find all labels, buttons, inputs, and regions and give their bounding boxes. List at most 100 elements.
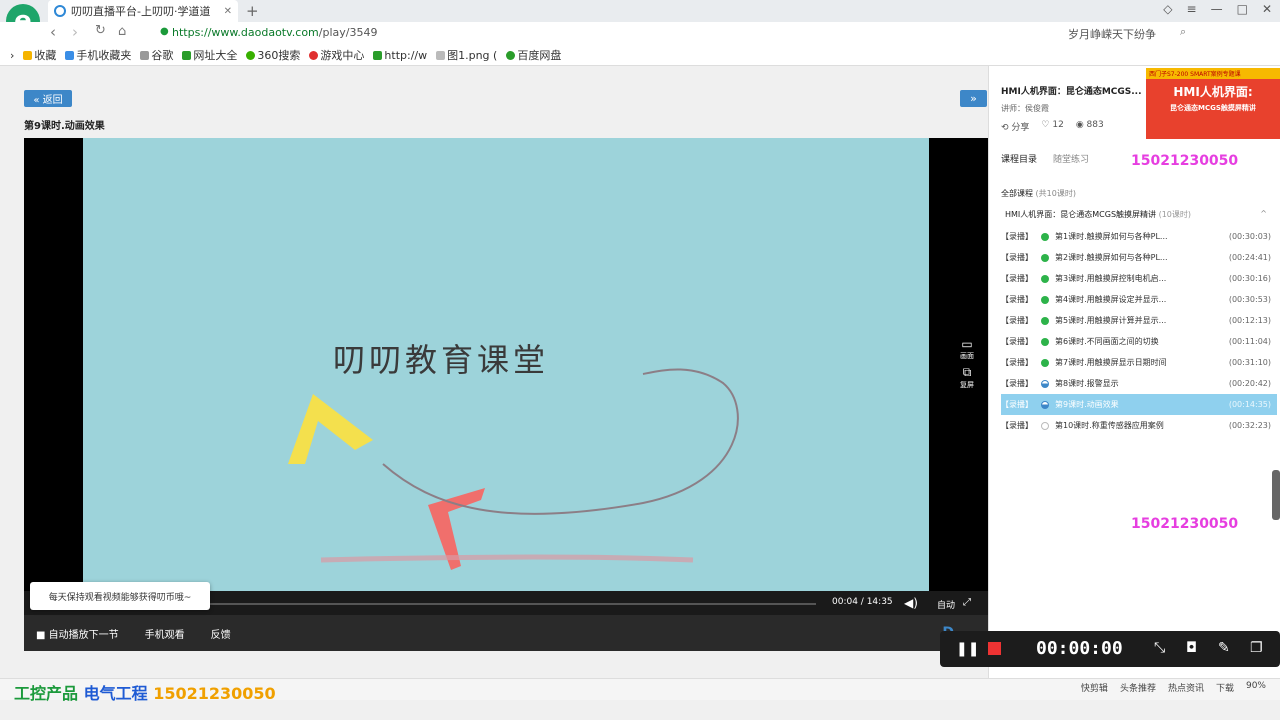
- lesson-item[interactable]: 【录播】 第1课时.触摸屏如何与各种PL... (00:30:03): [1001, 226, 1277, 247]
- site-favicon-icon: [54, 5, 66, 17]
- lesson-list: 【录播】 第1课时.触摸屏如何与各种PL... (00:30:03) 【录播】 第2课时…: [1001, 226, 1277, 436]
- autoplay-toggle[interactable]: ■ 自动播放下一节: [36, 626, 119, 641]
- share-button[interactable]: ⟲ 分享: [1001, 120, 1029, 133]
- fullscreen-icon[interactable]: ⤢: [963, 597, 971, 608]
- url-field[interactable]: https://www.daodaotv.com/play/3549: [172, 26, 377, 39]
- yellow-arrow-shape: [288, 394, 373, 464]
- bookmark-item[interactable]: 收藏: [23, 47, 56, 63]
- lesson-item[interactable]: 【录播】 第8课时.报警显示 (00:20:42): [1001, 373, 1277, 394]
- lesson-item[interactable]: 【录播】 第7课时.用触摸屏显示日期时间 (00:31:10): [1001, 352, 1277, 373]
- window-icon[interactable]: ❐: [1250, 640, 1263, 656]
- lesson-item[interactable]: 【录播】 第4课时.用触摸屏设定并显示... (00:30:53): [1001, 289, 1277, 310]
- video-player[interactable]: 叨叨教育课堂 ▭ 画面 ⧉ 复屏 00:04 / 14:35 ◀) 自动 ⤢ ■…: [24, 138, 988, 651]
- star-icon: [23, 50, 33, 60]
- lesson-title: 第9课时.动画效果: [1055, 400, 1119, 409]
- progress-bar[interactable]: [184, 603, 816, 605]
- maximize-icon[interactable]: □: [1237, 2, 1248, 16]
- lesson-item[interactable]: 【录播】 第3课时.用触摸屏控制电机启... (00:30:16): [1001, 268, 1277, 289]
- tab-close-icon[interactable]: ✕: [224, 6, 232, 17]
- tab-practice[interactable]: 随堂练习: [1053, 152, 1089, 165]
- lesson-title: 第1课时.触摸屏如何与各种PL...: [1055, 232, 1168, 241]
- status-item-clip[interactable]: 快剪辑: [1081, 681, 1108, 694]
- lesson-item[interactable]: 【录播】 第5课时.用触摸屏计算并显示... (00:12:13): [1001, 310, 1277, 331]
- lesson-title: 第9课时.动画效果: [24, 121, 105, 132]
- underline-stroke: [320, 554, 694, 563]
- volume-icon[interactable]: ◀): [904, 596, 918, 610]
- progress-status-icon: [1041, 253, 1049, 262]
- minimize-icon[interactable]: —: [1211, 2, 1223, 16]
- banner-title: HMI人机界面:: [1173, 85, 1253, 99]
- next-lesson-button[interactable]: »: [960, 90, 987, 107]
- promo-text: 工控产品 电气工程 15021230050: [14, 684, 276, 703]
- search-field[interactable]: 岁月峥嵘天下纷争: [1068, 26, 1156, 42]
- lesson-tag: 【录播】: [1001, 253, 1033, 262]
- lesson-tag: 【录播】: [1001, 232, 1033, 241]
- progress-status-icon: [1041, 232, 1049, 241]
- bookmark-item[interactable]: http://w: [373, 49, 427, 62]
- search-icon[interactable]: ⌕: [1180, 25, 1186, 39]
- bookmark-item[interactable]: 游戏中心: [309, 47, 364, 63]
- phone-icon: [65, 50, 75, 60]
- lesson-item[interactable]: 【录播】 第6课时.不同画面之间的切换 (00:11:04): [1001, 331, 1277, 352]
- stop-record-icon[interactable]: [988, 642, 1001, 655]
- lesson-duration: (00:32:23): [1228, 421, 1271, 430]
- expand-icon[interactable]: ⤡: [1154, 640, 1165, 656]
- quality-select[interactable]: 自动: [937, 598, 955, 611]
- lesson-item[interactable]: 【录播】 第2课时.触摸屏如何与各种PL... (00:24:41): [1001, 247, 1277, 268]
- bookmark-item[interactable]: 手机收藏夹: [65, 47, 131, 63]
- course-banner[interactable]: 西门子S7-200 SMART案例专题课 HMI人机界面: 昆仑通态MCGS触摸…: [1146, 68, 1280, 139]
- tab-catalog[interactable]: 课程目录: [1001, 152, 1037, 165]
- status-item-headline[interactable]: 头条推荐: [1120, 681, 1156, 694]
- skin-icon[interactable]: ◇: [1163, 2, 1172, 16]
- course-sidebar: HMI人机界面：昆仑通态MCGS... 讲师：侯俊霞 ⟲ 分享 ♡ 12 ◉ 8…: [988, 66, 1280, 678]
- lesson-item[interactable]: 【录播】 第9课时.动画效果 (00:14:35): [1001, 394, 1277, 415]
- bookmark-item[interactable]: 百度网盘: [506, 47, 561, 63]
- lesson-duration: (00:12:13): [1228, 316, 1271, 325]
- lesson-title: 第5课时.用触摸屏计算并显示...: [1055, 316, 1167, 325]
- mobile-watch-link[interactable]: 手机观看: [145, 626, 185, 641]
- lesson-item[interactable]: 【录播】 第10课时.称重传感器应用案例 (00:32:23): [1001, 415, 1277, 436]
- link-icon: [373, 50, 383, 60]
- lesson-duration: (00:20:42): [1228, 379, 1271, 388]
- site-icon: [182, 50, 192, 60]
- back-icon[interactable]: ‹: [50, 23, 56, 41]
- page-icon: [140, 50, 150, 60]
- banner-subtitle: 昆仑通态MCGS触摸屏精讲: [1170, 104, 1256, 112]
- pen-icon[interactable]: ✎: [1218, 640, 1230, 656]
- status-item-news[interactable]: 热点资讯: [1168, 681, 1204, 694]
- bookmark-item[interactable]: 网址大全: [182, 47, 237, 63]
- lock-icon: ●: [160, 26, 169, 37]
- lesson-tag: 【录播】: [1001, 274, 1033, 283]
- home-icon[interactable]: ⌂: [118, 24, 126, 39]
- menu-icon[interactable]: ≡: [1187, 2, 1197, 16]
- lesson-title: 第3课时.用触摸屏控制电机启...: [1055, 274, 1167, 283]
- forward-icon[interactable]: ›: [72, 23, 78, 41]
- course-group-header[interactable]: HMI人机界面：昆仑通态MCGS触摸屏精讲 (10课时) ^: [1005, 209, 1271, 220]
- status-item-download[interactable]: 下载: [1216, 681, 1234, 694]
- sidebar-toggle-icon[interactable]: ›: [10, 49, 14, 62]
- lesson-tag: 【录播】: [1001, 379, 1033, 388]
- progress-status-icon: [1041, 400, 1049, 409]
- camera-icon[interactable]: ◘: [1186, 640, 1197, 656]
- progress-status-icon: [1041, 358, 1049, 367]
- close-window-icon[interactable]: ✕: [1262, 2, 1272, 16]
- new-tab-button[interactable]: +: [246, 2, 259, 20]
- pause-icon[interactable]: ❚❚: [956, 641, 979, 657]
- reload-icon[interactable]: ↻: [95, 23, 106, 38]
- screen-mode-control[interactable]: ▭ 画面 ⧉ 复屏: [960, 337, 974, 390]
- bookmark-item[interactable]: 图1.png (: [436, 47, 497, 63]
- bookmark-item[interactable]: 谷歌: [140, 47, 173, 63]
- feedback-link[interactable]: 反馈: [211, 626, 231, 641]
- scrollbar-thumb[interactable]: [1272, 470, 1280, 520]
- lesson-tag: 【录播】: [1001, 400, 1033, 409]
- teacher-name: 讲师：侯俊霞: [1001, 104, 1049, 113]
- bookmark-item[interactable]: 360搜索: [246, 47, 300, 63]
- address-bar: ‹ › ↻ ⌂ ● https://www.daodaotv.com/play/…: [0, 22, 1280, 45]
- zoom-level[interactable]: 90%: [1246, 681, 1266, 694]
- tab-bar: 叨叨直播平台-上叨叨·学道道 ✕ + ◇ ≡ — □ ✕: [0, 0, 1280, 22]
- like-button[interactable]: ♡ 12: [1041, 120, 1063, 133]
- back-button[interactable]: « 返回: [24, 90, 72, 107]
- browser-tab[interactable]: 叨叨直播平台-上叨叨·学道道 ✕: [48, 0, 238, 22]
- record-timer: 00:00:00: [1036, 638, 1123, 659]
- video-frame[interactable]: 叨叨教育课堂: [83, 138, 929, 591]
